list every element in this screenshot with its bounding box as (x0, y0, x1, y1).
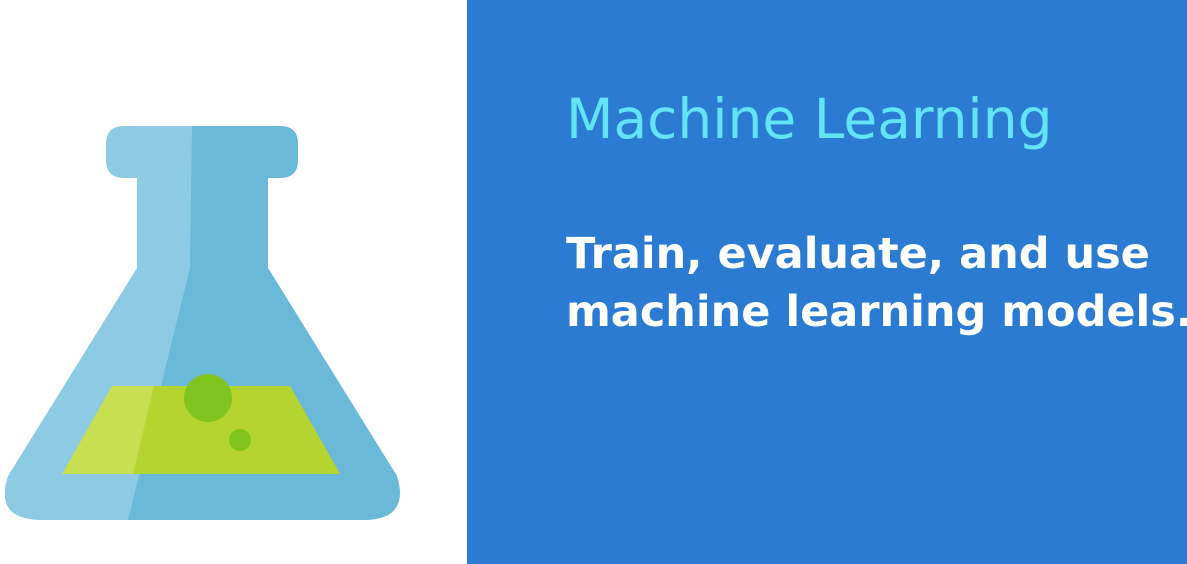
bubble-large (184, 374, 232, 422)
illustration-panel (0, 0, 467, 564)
bubble-small (229, 429, 251, 451)
subtitle-line-1: Train, evaluate, and use (566, 229, 1150, 279)
slide-subtitle: Train, evaluate, and use machine learnin… (566, 225, 1187, 341)
subtitle-line-2: machine learning models. (566, 287, 1187, 337)
slide-title: Machine Learning (566, 87, 1053, 151)
text-panel: Machine Learning Train, evaluate, and us… (467, 0, 1187, 564)
lab-flask-icon (4, 126, 400, 520)
